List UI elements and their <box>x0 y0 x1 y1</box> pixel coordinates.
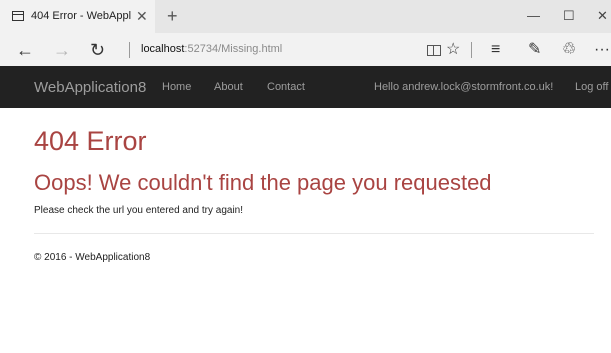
favorite-star-icon[interactable]: ☆ <box>446 41 460 59</box>
nav-contact-link[interactable]: Contact <box>267 81 305 94</box>
url-path: :52734/Missing.html <box>184 43 283 55</box>
close-window-icon[interactable]: ✕ <box>597 8 608 24</box>
maximize-icon[interactable]: ☐ <box>563 8 575 24</box>
hub-icon[interactable]: ≡ <box>491 41 500 59</box>
user-greeting-link[interactable]: Hello andrew.lock@stormfront.co.uk! <box>374 81 553 94</box>
footer-copyright: © 2016 - WebApplication8 <box>34 252 151 263</box>
site-navbar: WebApplication8 Home About Contact Hello… <box>0 66 611 108</box>
tab-close-icon[interactable]: ✕ <box>136 8 148 24</box>
logoff-link[interactable]: Log off <box>575 81 608 94</box>
nav-about-link[interactable]: About <box>214 81 243 94</box>
page-title: 404 Error <box>34 126 147 156</box>
browser-tab[interactable]: 404 Error - WebApplic ✕ <box>0 0 155 33</box>
error-message: Please check the url you entered and try… <box>34 205 244 216</box>
address-separator <box>129 42 130 58</box>
url-host: localhost <box>141 43 185 55</box>
back-icon[interactable]: ← <box>16 40 34 60</box>
new-tab-icon[interactable]: + <box>167 6 178 26</box>
forward-icon[interactable]: → <box>53 40 71 60</box>
nav-home-link[interactable]: Home <box>162 81 191 94</box>
minimize-icon[interactable]: — <box>527 8 540 24</box>
browser-address-bar: ← → ↻ localhost:52734/Missing.html ☆ ≡ ✎… <box>0 33 611 66</box>
reading-view-icon[interactable] <box>427 45 441 56</box>
brand-link[interactable]: WebApplication8 <box>34 79 146 96</box>
url-field[interactable]: localhost:52734/Missing.html <box>141 43 282 56</box>
toolbar-separator <box>471 42 472 58</box>
more-icon[interactable]: ··· <box>594 41 610 59</box>
share-icon[interactable]: ♲ <box>562 41 576 59</box>
browser-tab-bar: 404 Error - WebApplic ✕ + — ☐ ✕ <box>0 0 611 33</box>
content-divider <box>34 233 594 234</box>
page-icon <box>12 11 24 21</box>
tab-title: 404 Error - WebApplic <box>31 10 131 22</box>
error-subtitle: Oops! We couldn't find the page you requ… <box>34 170 492 195</box>
refresh-icon[interactable]: ↻ <box>90 40 105 60</box>
web-note-icon[interactable]: ✎ <box>528 41 541 59</box>
